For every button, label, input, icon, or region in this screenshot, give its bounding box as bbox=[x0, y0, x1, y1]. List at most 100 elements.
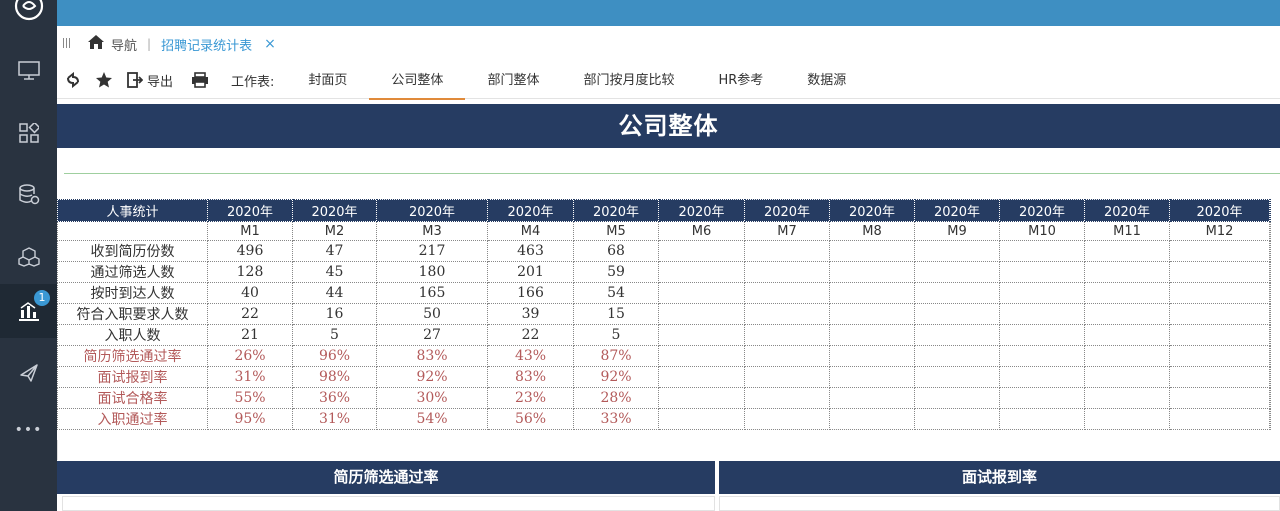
sheet-tab-department[interactable]: 部门整体 bbox=[465, 62, 561, 99]
table-cell bbox=[1084, 324, 1170, 346]
table-cell bbox=[658, 324, 745, 346]
app-logo-icon[interactable] bbox=[0, 0, 57, 26]
year-header-cell: 2020年 bbox=[207, 199, 293, 222]
table-cell bbox=[744, 240, 830, 262]
chart-title-resume-pass-rate: 简历筛选通过率 bbox=[57, 461, 715, 494]
nav-label[interactable]: 导航 bbox=[111, 35, 137, 54]
year-header-cell: 2020年 bbox=[829, 199, 915, 222]
menu-grip-icon[interactable] bbox=[63, 38, 73, 50]
table-cell: 22 bbox=[207, 303, 293, 325]
tab-recruitment-stats[interactable]: 招聘记录统计表 bbox=[161, 35, 252, 54]
month-header-cell: M5 bbox=[573, 221, 659, 241]
table-cell bbox=[744, 387, 830, 409]
table-cell: 54% bbox=[376, 408, 488, 430]
table-cell: 55% bbox=[207, 387, 293, 409]
send-icon[interactable] bbox=[0, 346, 57, 400]
sheet-tab-hr-reference[interactable]: HR参考 bbox=[696, 62, 785, 99]
close-tab-icon[interactable]: × bbox=[264, 36, 276, 52]
table-cell bbox=[829, 345, 915, 367]
table-cell bbox=[914, 303, 1000, 325]
table-cell: 43% bbox=[487, 345, 574, 367]
table-cell bbox=[1169, 261, 1270, 283]
table-cell bbox=[829, 303, 915, 325]
monitor-icon[interactable] bbox=[0, 44, 57, 98]
table-cell: 59 bbox=[573, 261, 659, 283]
sheet-tab-cover[interactable]: 封面页 bbox=[286, 62, 369, 99]
table-cell: 45 bbox=[292, 261, 377, 283]
table-cell: 496 bbox=[207, 240, 293, 262]
table-cell: 165 bbox=[376, 282, 488, 304]
more-icon[interactable]: ••• bbox=[0, 403, 57, 457]
row-label-cell: 符合入职要求人数 bbox=[57, 303, 208, 325]
table-cell bbox=[1169, 366, 1270, 388]
table-cell: 28% bbox=[573, 387, 659, 409]
table-cell: 83% bbox=[487, 366, 574, 388]
month-header-cell: M12 bbox=[1169, 221, 1270, 241]
table-cell: 180 bbox=[376, 261, 488, 283]
table-cell bbox=[914, 366, 1000, 388]
table-cell: 217 bbox=[376, 240, 488, 262]
print-icon[interactable] bbox=[191, 72, 209, 88]
tab-separator: | bbox=[147, 37, 152, 51]
sheet-tab-company[interactable]: 公司整体 bbox=[369, 62, 466, 100]
export-button[interactable]: 导出 bbox=[127, 71, 173, 90]
month-header-cell: M9 bbox=[914, 221, 1000, 241]
year-header-cell: 2020年 bbox=[573, 199, 659, 222]
chart-icon[interactable]: 1 bbox=[0, 284, 57, 338]
apps-icon[interactable] bbox=[0, 106, 57, 160]
table-cell bbox=[829, 282, 915, 304]
row-label-cell: 简历筛选通过率 bbox=[57, 345, 208, 367]
table-cell bbox=[1084, 282, 1170, 304]
table-cell bbox=[1084, 303, 1170, 325]
table-cell bbox=[1169, 282, 1270, 304]
table-cell: 23% bbox=[487, 387, 574, 409]
table-cell: 92% bbox=[573, 366, 659, 388]
star-icon[interactable] bbox=[95, 71, 113, 89]
table-cell: 39 bbox=[487, 303, 574, 325]
database-settings-icon[interactable] bbox=[0, 168, 57, 222]
table-cell: 40 bbox=[207, 282, 293, 304]
table-row: 简历筛选通过率 26% 96% 83% 43% 87% bbox=[57, 345, 1271, 367]
table-cell bbox=[829, 261, 915, 283]
month-header-cell: M2 bbox=[292, 221, 377, 241]
table-cell bbox=[744, 282, 830, 304]
table-cell bbox=[829, 240, 915, 262]
row-label-cell: 面试合格率 bbox=[57, 387, 208, 409]
table-cell bbox=[744, 261, 830, 283]
sheet-tab-department-monthly[interactable]: 部门按月度比较 bbox=[561, 62, 696, 99]
filler-cell bbox=[1269, 345, 1271, 367]
chart-title-interview-arrival-rate: 面试报到率 bbox=[719, 461, 1280, 494]
month-filler-cell bbox=[1269, 221, 1271, 241]
table-row: 按时到达人数 40 44 165 166 54 bbox=[57, 282, 1271, 304]
table-cell: 95% bbox=[207, 408, 293, 430]
table-cell bbox=[914, 261, 1000, 283]
tab-strip: 导航 | 招聘记录统计表 × bbox=[57, 26, 1280, 62]
table-cell: 5 bbox=[292, 324, 377, 346]
table-cell bbox=[744, 303, 830, 325]
table-cell bbox=[658, 366, 745, 388]
table-cell: 92% bbox=[376, 366, 488, 388]
table-cell bbox=[744, 408, 830, 430]
table-cell: 87% bbox=[573, 345, 659, 367]
recruitment-stats-table: 人事统计 2020年 2020年 2020年 2020年 2020年 2020年 2020年 2… bbox=[57, 199, 1271, 430]
month-label-cell bbox=[57, 221, 208, 241]
table-cell: 68 bbox=[573, 240, 659, 262]
year-header-cell: 2020年 bbox=[658, 199, 745, 222]
table-cell: 128 bbox=[207, 261, 293, 283]
table-cell bbox=[999, 324, 1085, 346]
table-cell bbox=[658, 282, 745, 304]
month-header-cell: M11 bbox=[1084, 221, 1170, 241]
table-cell bbox=[914, 387, 1000, 409]
refresh-icon[interactable] bbox=[65, 72, 81, 88]
table-cell bbox=[658, 387, 745, 409]
month-header-cell: M6 bbox=[658, 221, 745, 241]
filler-cell bbox=[1269, 282, 1271, 304]
table-cell: 30% bbox=[376, 387, 488, 409]
cubes-icon[interactable] bbox=[0, 230, 57, 284]
filler-cell bbox=[1269, 324, 1271, 346]
year-header-cell: 2020年 bbox=[744, 199, 830, 222]
sheet-tab-data-source[interactable]: 数据源 bbox=[785, 62, 868, 99]
table-cell bbox=[1169, 345, 1270, 367]
filler-cell bbox=[1269, 303, 1271, 325]
home-icon[interactable] bbox=[87, 34, 105, 54]
